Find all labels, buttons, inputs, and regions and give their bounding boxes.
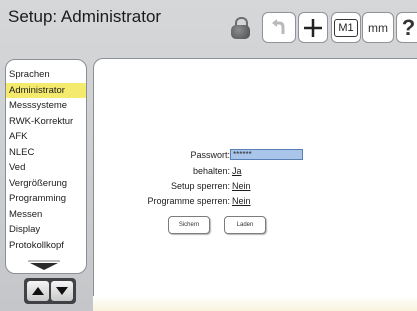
menu-item-messsysteme[interactable]: Messsysteme (6, 98, 86, 114)
load-button[interactable]: Laden (224, 216, 266, 234)
menu-item-ved[interactable]: Ved (6, 160, 86, 176)
scroll-up-button[interactable] (27, 281, 49, 301)
scroll-buttons (24, 278, 76, 304)
setup-menu: Sprachen Administrator Messsysteme RWK-K… (5, 59, 87, 274)
menu-item-administrator[interactable]: Administrator (6, 82, 86, 98)
menu-item-display[interactable]: Display (6, 222, 86, 238)
setup-lock-label: Setup sperren: (170, 181, 230, 191)
settings-panel (93, 58, 417, 311)
setup-lock-value[interactable]: Nein (232, 181, 251, 191)
programs-lock-value[interactable]: Nein (232, 196, 251, 206)
add-button[interactable] (298, 12, 328, 43)
password-label: Passwort: (190, 150, 230, 160)
menu-item-sprachen[interactable]: Sprachen (6, 67, 86, 83)
menu-item-programming[interactable]: Programming (6, 191, 86, 207)
menu-item-nlec[interactable]: NLEC (6, 145, 86, 161)
units-label: mm (368, 20, 388, 35)
help-button[interactable]: ? (396, 12, 417, 43)
menu-divider (28, 260, 60, 262)
save-button[interactable]: Sichern (168, 216, 210, 234)
scroll-down-button[interactable] (51, 281, 73, 301)
m1-button[interactable]: M1 (331, 12, 361, 43)
more-items-arrow-icon[interactable] (30, 263, 58, 270)
help-label: ? (401, 14, 416, 40)
undo-icon (272, 18, 285, 34)
undo-button[interactable] (262, 12, 296, 43)
m1-label: M1 (334, 18, 358, 37)
setup-menu-list: Sprachen Administrator Messsysteme RWK-K… (6, 67, 86, 254)
menu-item-rwk-korrektur[interactable]: RWK-Korrektur (6, 114, 86, 130)
app-window: Setup: Administrator M1 mm ? Sprachen Ad… (0, 0, 417, 311)
password-field[interactable]: ****** (230, 149, 303, 160)
menu-item-protokollkopf[interactable]: Protokollkopf (6, 238, 86, 254)
keep-label: behalten: (192, 166, 230, 176)
menu-item-afk[interactable]: AFK (6, 129, 86, 145)
programs-lock-label: Programme sperren: (147, 196, 230, 206)
window-title: Setup: Administrator (8, 7, 162, 26)
plus-icon (304, 18, 322, 37)
menu-item-messen[interactable]: Messen (6, 207, 86, 223)
arrow-down-icon (56, 287, 68, 295)
menu-item-vergroesserung[interactable]: Vergrößerung (6, 176, 86, 192)
arrow-up-icon (32, 287, 44, 295)
lock-icon[interactable] (231, 17, 250, 39)
keep-value[interactable]: Ja (232, 166, 242, 176)
panel-footer (93, 296, 417, 311)
units-button[interactable]: mm (362, 12, 394, 43)
